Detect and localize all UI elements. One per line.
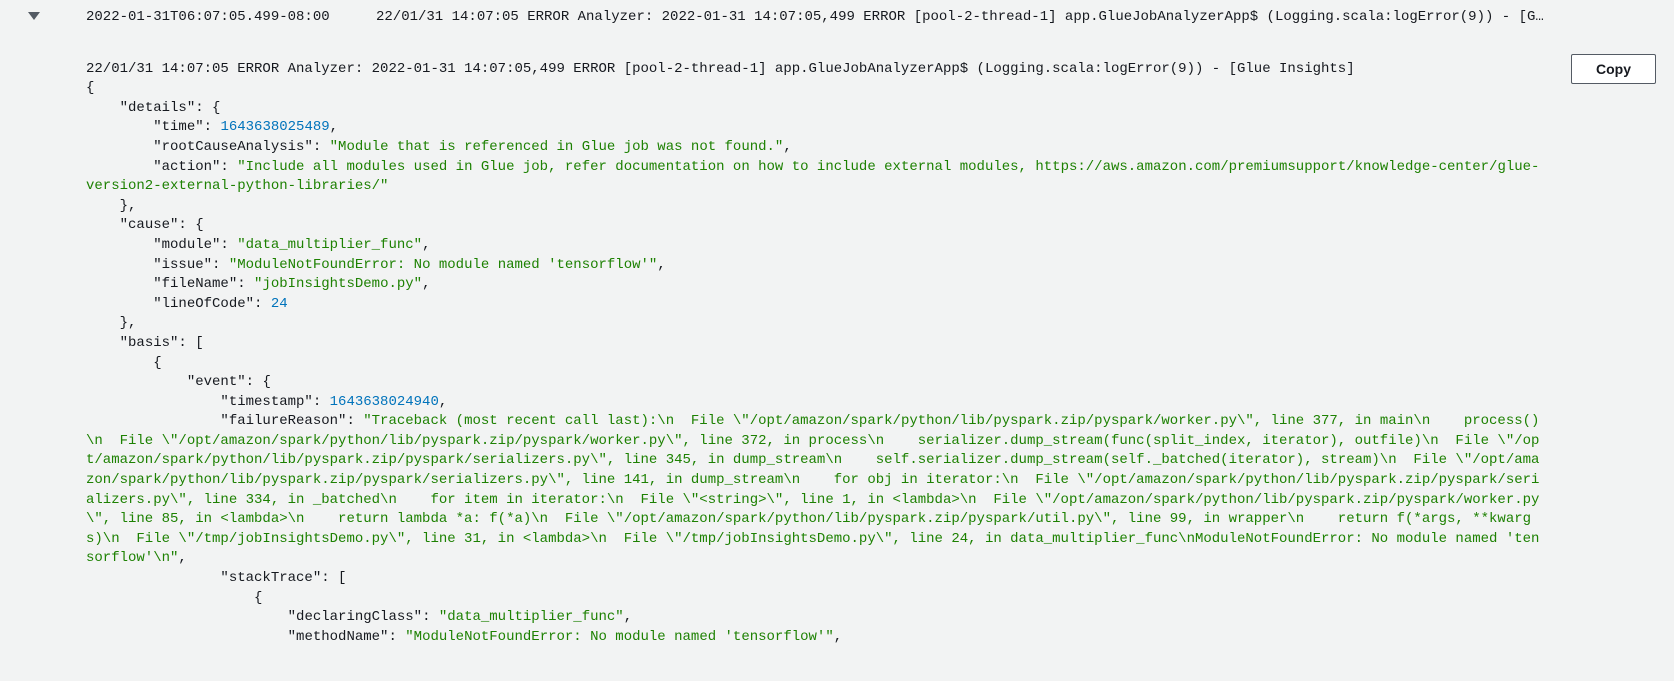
log-header-row[interactable]: 2022-01-31T06:07:05.499-08:00 22/01/31 1…	[0, 8, 1674, 28]
copy-button[interactable]: Copy	[1571, 54, 1656, 84]
log-timestamp: 2022-01-31T06:07:05.499-08:00	[86, 8, 376, 28]
expand-toggle-icon[interactable]	[28, 12, 40, 20]
log-body[interactable]: 22/01/31 14:07:05 ERROR Analyzer: 2022-0…	[0, 28, 1674, 648]
log-entry-container: 2022-01-31T06:07:05.499-08:00 22/01/31 1…	[0, 0, 1674, 660]
log-header-message: 22/01/31 14:07:05 ERROR Analyzer: 2022-0…	[376, 8, 1544, 28]
